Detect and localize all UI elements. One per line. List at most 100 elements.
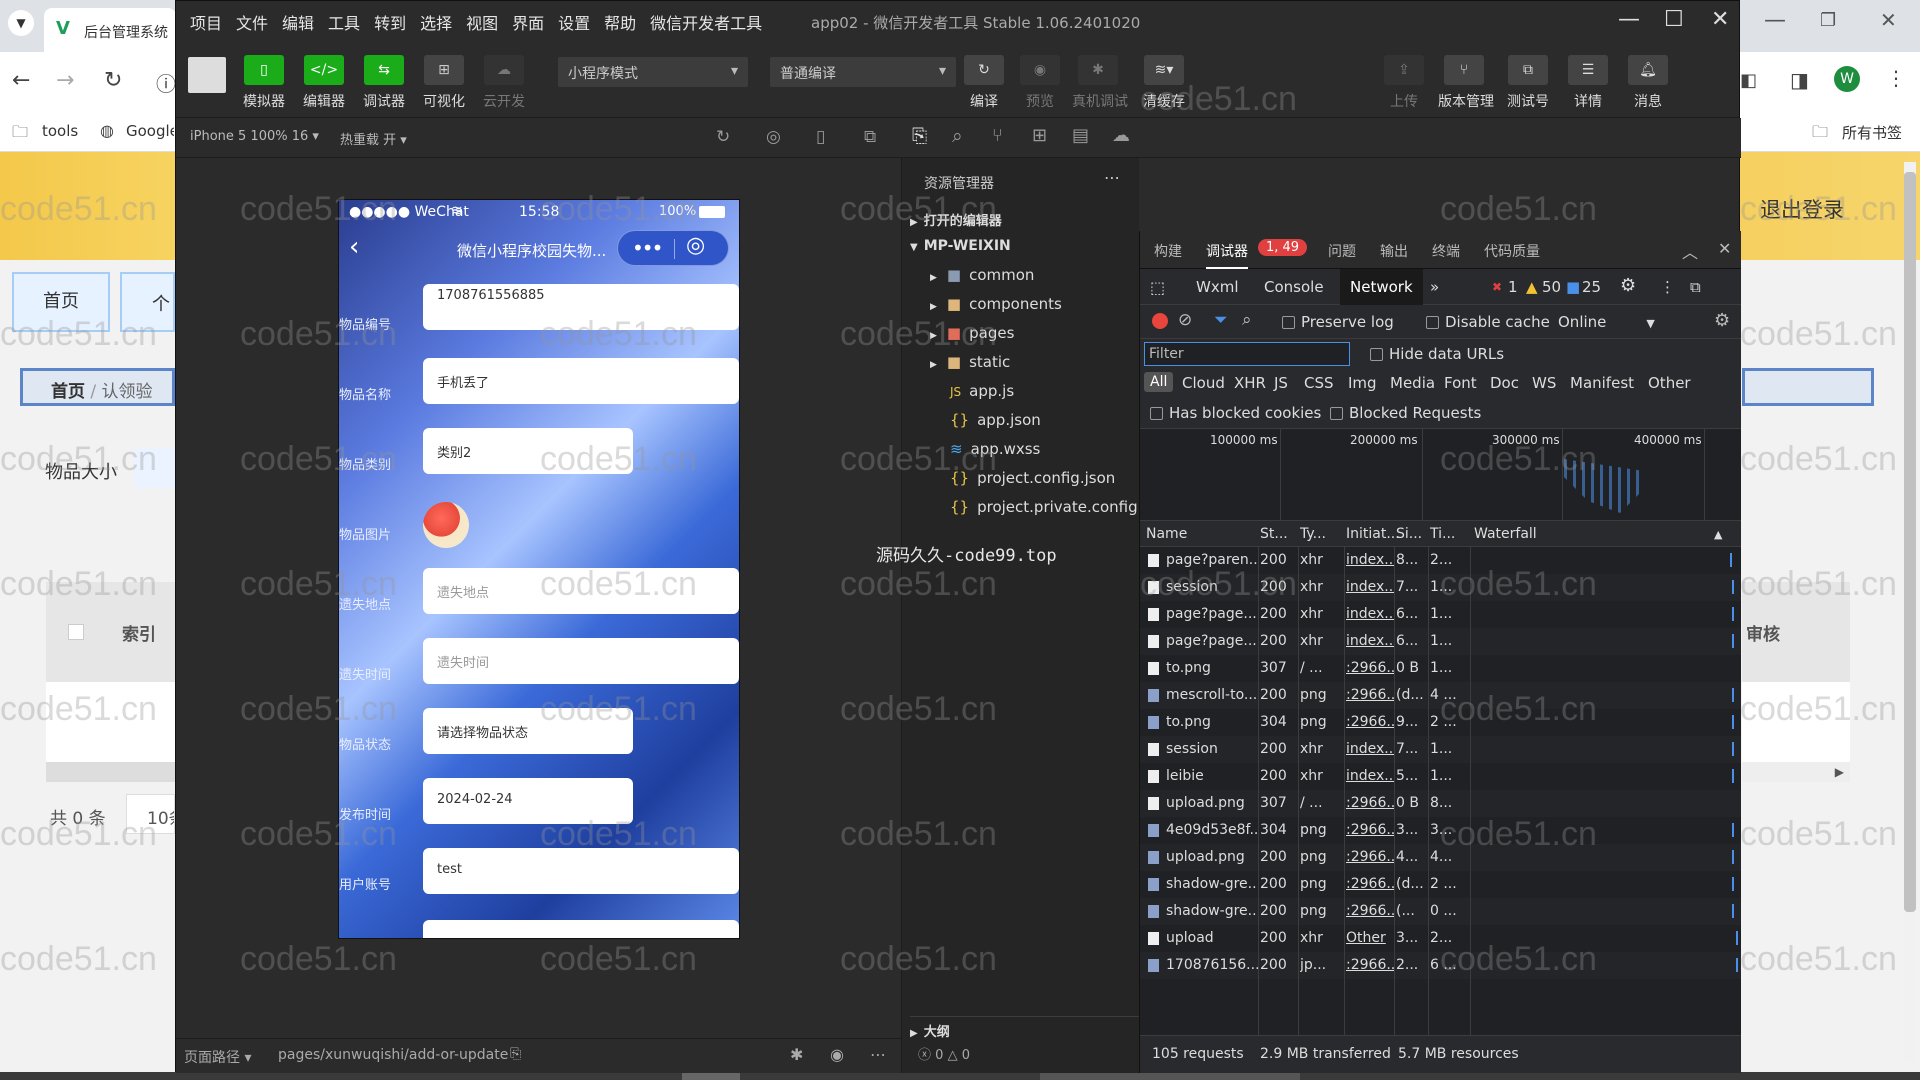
tab-code-quality[interactable]: 代码质量 xyxy=(1484,241,1540,261)
explorer-more-icon[interactable]: ⋯ xyxy=(1104,168,1120,187)
code-input[interactable]: 1708761556885 xyxy=(423,284,739,330)
type-manifest[interactable]: Manifest xyxy=(1570,374,1634,392)
type-js[interactable]: JS xyxy=(1274,374,1288,392)
tree-file-project-config[interactable]: {} project.config.json xyxy=(950,469,1115,493)
request-initiator[interactable]: :2966... xyxy=(1346,660,1394,676)
tab-search-button[interactable]: ▼ xyxy=(8,10,34,36)
menu-view[interactable]: 视图 xyxy=(466,10,498,34)
tree-file-app-wxss[interactable]: ≋ app.wxss xyxy=(950,440,1040,464)
request-initiator[interactable]: :2966... xyxy=(1346,822,1394,838)
type-css[interactable]: CSS xyxy=(1304,374,1334,392)
type-all[interactable]: All xyxy=(1144,372,1174,392)
minimize-icon[interactable]: — xyxy=(1618,7,1640,32)
menu-project[interactable]: 项目 xyxy=(190,10,222,34)
tab-build[interactable]: 构建 xyxy=(1154,241,1182,261)
table-row[interactable]: session 200 xhr index... 7... 1... xyxy=(1140,574,1741,601)
tree-folder-pages[interactable]: ▶ ■ pages xyxy=(930,324,1014,348)
lost-time-input[interactable]: 遗失时间 xyxy=(423,638,739,684)
table-row[interactable]: upload.png 307 / ...:2966...0 B 8... xyxy=(1140,790,1741,817)
compile-select[interactable]: 普通编译 ▾ xyxy=(770,57,956,87)
stop-icon[interactable]: ◎ xyxy=(766,127,781,147)
bookmark-tools[interactable]: tools xyxy=(42,122,78,140)
request-initiator[interactable]: :2966... xyxy=(1346,849,1394,865)
menu-interface[interactable]: 界面 xyxy=(512,10,544,34)
type-doc[interactable]: Doc xyxy=(1490,374,1519,392)
col-type[interactable]: Ty... xyxy=(1300,526,1326,542)
status-picker[interactable]: 请选择物品状态 xyxy=(423,708,633,754)
request-initiator[interactable]: :2966... xyxy=(1346,687,1394,703)
eye-footer-icon[interactable]: ◉ xyxy=(830,1045,844,1064)
table-row[interactable]: page?paren... 200 xhr index... 8... 2... xyxy=(1140,547,1741,574)
account-input[interactable]: test xyxy=(423,848,739,894)
project-root[interactable]: ▼ MP-WEIXIN xyxy=(910,238,1011,262)
network-settings-icon[interactable]: ⚙ xyxy=(1714,310,1730,331)
tree-file-project-private-config[interactable]: {}project.private.config.js... xyxy=(950,498,1140,522)
inspect-icon[interactable]: ⬚ xyxy=(1150,278,1165,297)
table-row[interactable]: 4e09d53e8f...304png:2966...3...3... xyxy=(1140,817,1741,844)
cloud-dev-button[interactable]: ☁ 云开发 xyxy=(478,55,530,111)
menu-select[interactable]: 选择 xyxy=(420,10,452,34)
tree-folder-static[interactable]: ▶ ■ static xyxy=(930,353,1010,377)
back-icon[interactable]: ← xyxy=(12,68,30,93)
menu-settings[interactable]: 设置 xyxy=(558,10,590,34)
table-row[interactable]: shadow-gre...200 png:2966...(... 0 ... xyxy=(1140,898,1741,925)
tab-output[interactable]: 输出 xyxy=(1380,241,1408,261)
record-icon[interactable] xyxy=(1152,313,1168,329)
type-other[interactable]: Other xyxy=(1648,374,1691,392)
browser-tab[interactable]: V 后台管理系统 xyxy=(44,8,176,52)
details-button[interactable]: ☰ 详情 xyxy=(1562,55,1614,111)
location-input[interactable]: 遗失地点 xyxy=(423,568,739,614)
table-row[interactable]: mescroll-to...200 png:2966...(d... 4 ... xyxy=(1140,682,1741,709)
forward-icon[interactable]: → xyxy=(56,68,74,93)
request-initiator[interactable]: index... xyxy=(1346,741,1394,757)
preview-button[interactable]: ◉ 预览 xyxy=(1014,55,1066,111)
image-upload[interactable] xyxy=(423,502,469,548)
close-browser-icon[interactable]: ✕ xyxy=(1880,8,1897,32)
bug-footer-icon[interactable]: ✱ xyxy=(790,1045,803,1064)
tab-console[interactable]: Console xyxy=(1264,278,1324,296)
tree-file-app-json[interactable]: {} app.json xyxy=(950,411,1041,435)
admin-tab-home[interactable]: 首页 xyxy=(12,272,110,332)
tab-problems[interactable]: 问题 xyxy=(1328,241,1356,261)
window-icon[interactable]: ⧉ xyxy=(864,127,876,147)
type-media[interactable]: Media xyxy=(1390,374,1435,392)
device-icon[interactable]: ▯ xyxy=(816,127,825,147)
request-initiator[interactable]: index... xyxy=(1346,768,1394,784)
admin-tab-personal[interactable]: 个 xyxy=(120,272,175,332)
sort-up-icon[interactable]: ▲ xyxy=(1714,528,1722,541)
breadcrumb-home[interactable]: 首页 xyxy=(51,382,85,402)
select-all-checkbox[interactable] xyxy=(68,624,84,640)
request-initiator[interactable]: index... xyxy=(1346,552,1394,568)
publish-date-picker[interactable]: 2024-02-24 xyxy=(423,778,633,824)
horizontal-scrollbar[interactable] xyxy=(46,762,175,782)
close-miniprogram-icon[interactable]: ◎ xyxy=(686,233,705,258)
request-initiator[interactable]: index... xyxy=(1346,633,1394,649)
tree-folder-common[interactable]: ▶ ■ common xyxy=(930,266,1034,290)
table-row[interactable]: leibie 200 xhr index... 5... 1... xyxy=(1140,763,1741,790)
open-editors[interactable]: ▶ 打开的编辑器 xyxy=(910,210,1002,234)
hide-data-urls-checkbox[interactable]: Hide data URLs xyxy=(1370,345,1504,363)
clear-cache-button[interactable]: ≋▾ 清缓存 xyxy=(1138,55,1190,111)
pager-size-select[interactable]: 10条 xyxy=(126,794,175,834)
device-select[interactable]: iPhone 5 100% 16 ▾ xyxy=(190,129,319,144)
minimize-browser-icon[interactable]: — xyxy=(1764,8,1786,33)
editor-button[interactable]: </> 编辑器 xyxy=(298,55,350,111)
table-row[interactable]: shadow-gre...200 png:2966...(d... 2 ... xyxy=(1140,871,1741,898)
sidepanel-icon[interactable]: ◨ xyxy=(1790,68,1809,92)
col-status[interactable]: St... xyxy=(1260,526,1288,542)
messages-button[interactable]: 🔔︎ 消息 xyxy=(1622,55,1674,111)
visual-button[interactable]: ⊞ 可视化 xyxy=(418,55,470,111)
type-font[interactable]: Font xyxy=(1444,374,1477,392)
request-initiator[interactable]: :2966... xyxy=(1346,957,1394,973)
menu-file[interactable]: 文件 xyxy=(236,10,268,34)
more-tabs-icon[interactable]: » xyxy=(1430,278,1439,296)
version-button[interactable]: ⑂ 版本管理 xyxy=(1438,55,1494,111)
bookmark-google[interactable]: Google xyxy=(126,122,174,140)
table-row[interactable]: upload 200 xhr Other 3... 2... xyxy=(1140,925,1741,952)
cloud-sync-icon[interactable]: ☁ xyxy=(1112,125,1130,146)
table-row[interactable]: page?page... 200 xhr index... 6... 1... xyxy=(1140,601,1741,628)
type-xhr[interactable]: XHR xyxy=(1234,374,1266,392)
type-ws[interactable]: WS xyxy=(1532,374,1556,392)
remote-debug-button[interactable]: ✱ 真机调试 xyxy=(1072,55,1128,111)
compile-button[interactable]: ↻ 编译 xyxy=(958,55,1010,111)
